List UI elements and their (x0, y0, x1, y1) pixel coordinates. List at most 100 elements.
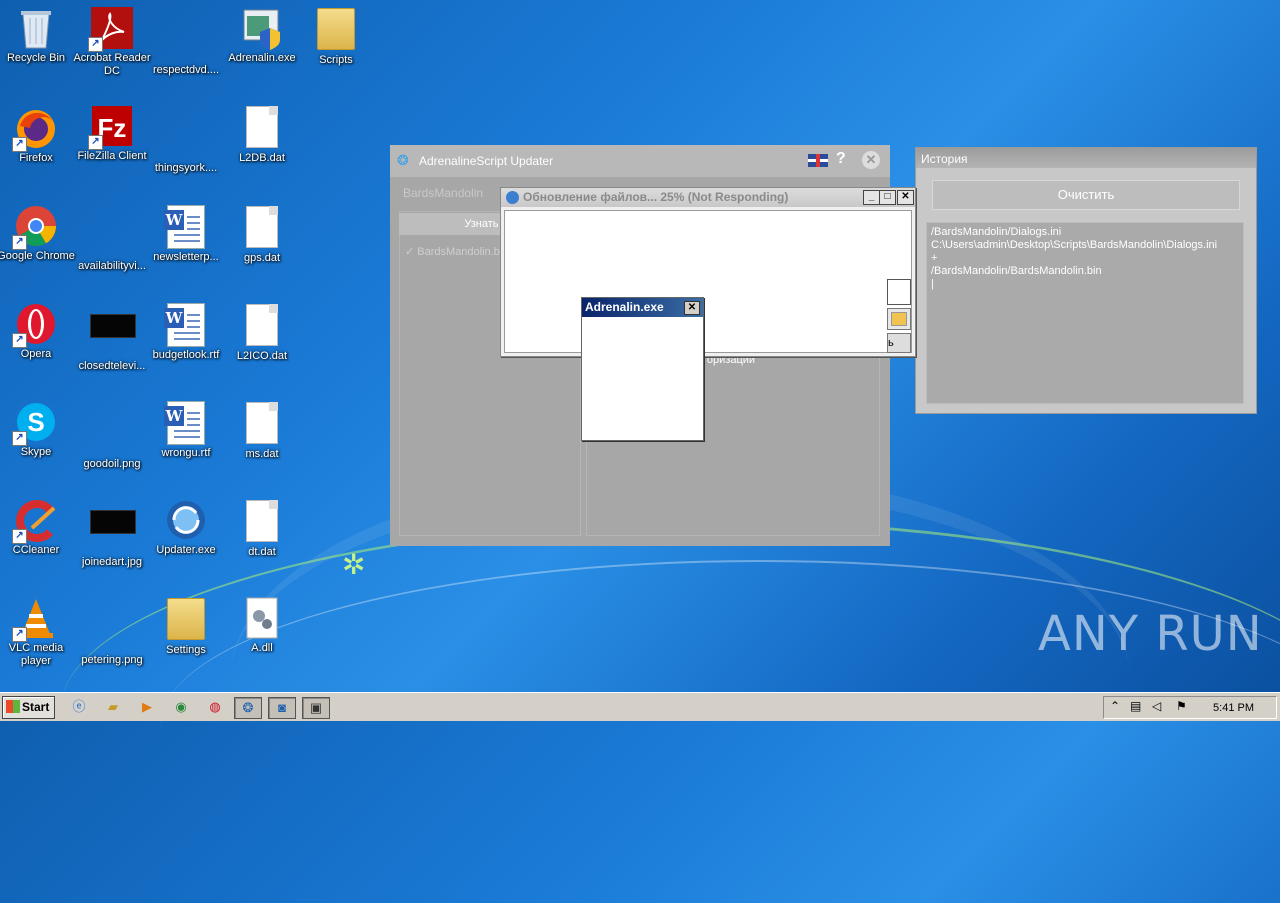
desktop-icon-newsletterp[interactable]: W newsletterp... (146, 204, 226, 264)
desktop-icon-ms[interactable]: ms.dat (222, 400, 302, 461)
image-file-icon (90, 510, 136, 554)
file-icon (90, 214, 134, 258)
close-button[interactable]: ✕ (684, 301, 700, 315)
updater-taskbar-icon[interactable]: ❂ (234, 697, 262, 719)
desktop-icon-thingsyork[interactable]: thingsyork.... (146, 116, 226, 175)
clock[interactable]: 5:41 PM (1213, 702, 1254, 714)
file-icon (240, 402, 284, 446)
image-file-icon (90, 412, 134, 456)
icon-label: wrongu.rtf (161, 447, 211, 459)
close-icon[interactable]: ✕ (862, 151, 880, 169)
file-icon (240, 500, 284, 544)
adrenalin-taskbar-icon[interactable]: ▣ (302, 697, 330, 719)
browse-button[interactable] (887, 308, 911, 330)
chrome-taskbar-icon[interactable]: ◉ (168, 697, 194, 717)
updater-titlebar[interactable]: ❂ AdrenalineScript Updater ? ✕ (390, 145, 890, 177)
progress-taskbar-icon[interactable]: ◙ (268, 697, 296, 719)
file-list-item-label: BardsMandolin.bi (417, 246, 503, 258)
maximize-button[interactable]: □ (879, 190, 896, 205)
network-icon[interactable]: ▤ (1130, 699, 1141, 713)
desktop-icon-filezilla[interactable]: Fz ↗ FileZilla Client (72, 104, 152, 163)
file-icon (240, 304, 284, 348)
action-button[interactable]: ь (887, 333, 911, 353)
desktop-icon-budgetlook[interactable]: W budgetlook.rtf (146, 302, 226, 362)
icon-label: Acrobat Reader DC (73, 52, 151, 77)
anyrun-watermark: ANY RUN (1038, 606, 1263, 662)
icon-label: L2DB.dat (239, 152, 285, 164)
log-line: /BardsMandolin/Dialogs.ini (931, 226, 1062, 238)
video-file-icon (90, 314, 136, 358)
path-input[interactable] (887, 279, 911, 305)
desktop-icon-dt[interactable]: dt.dat (222, 498, 302, 559)
icon-label: Updater.exe (156, 544, 216, 556)
desktop-icon-acrobat[interactable]: ↗ Acrobat Reader DC (72, 6, 152, 78)
uk-flag-icon[interactable] (808, 154, 828, 167)
file-icon (164, 18, 208, 62)
desktop-icon-goodoil[interactable]: goodoil.png (72, 412, 152, 471)
desktop-icon-l2ico[interactable]: L2ICO.dat (222, 302, 302, 363)
svg-text:S: S (27, 407, 44, 437)
desktop-icon-petering[interactable]: petering.png (72, 608, 152, 667)
desktop-icon-recycle-bin[interactable]: Recycle Bin (0, 6, 76, 65)
icon-label: joinedart.jpg (82, 556, 142, 568)
clear-button[interactable]: Очистить (932, 180, 1240, 210)
start-button[interactable]: Start (2, 696, 55, 719)
desktop-icon-adrenalin[interactable]: Adrenalin.exe (222, 6, 302, 65)
desktop-icon-skype[interactable]: S ↗ Skype (0, 400, 76, 459)
updater-icon (164, 498, 208, 542)
desktop-icon-availabilityvi[interactable]: availabilityvi... (72, 214, 152, 273)
adrenalin-titlebar[interactable]: Adrenalin.exe ✕ (582, 298, 703, 317)
history-window: История Очистить /BardsMandolin/Dialogs.… (915, 147, 1257, 414)
icon-label: availabilityvi... (78, 260, 146, 272)
icon-label: newsletterp... (153, 251, 219, 263)
start-label: Start (22, 700, 50, 714)
minimize-button[interactable]: _ (863, 190, 880, 205)
desktop-icon-wrongu[interactable]: W wrongu.rtf (146, 400, 226, 460)
desktop-icon-ccleaner[interactable]: ↗ CCleaner (0, 498, 76, 557)
windows-flag-icon (6, 700, 20, 713)
icon-label: Firefox (19, 152, 53, 164)
file-icon (240, 206, 284, 250)
file-icon (240, 106, 284, 150)
desktop-icon-chrome[interactable]: ↗ Google Chrome (0, 204, 76, 263)
desktop-icon-vlc[interactable]: ↗ VLC media player (0, 596, 76, 668)
media-player-icon[interactable]: ▶ (134, 697, 160, 717)
ie-icon[interactable]: ⓔ (66, 697, 92, 717)
opera-taskbar-icon[interactable]: ◍ (202, 697, 228, 717)
tray-expand-icon[interactable]: ⌃ (1110, 699, 1120, 713)
help-icon[interactable]: ? (836, 150, 846, 168)
history-log[interactable]: /BardsMandolin/Dialogs.ini C:\Users\admi… (926, 222, 1244, 404)
desktop-icon-firefox[interactable]: ↗ Firefox (0, 106, 76, 165)
desktop-icon-respectdvd[interactable]: respectdvd.... (146, 18, 226, 77)
desktop-icon-l2db[interactable]: L2DB.dat (222, 104, 302, 165)
action-button-label: ь (888, 337, 894, 349)
adrenalin-title: Adrenalin.exe (585, 300, 664, 314)
action-center-flag-icon[interactable]: ⚑ (1176, 699, 1187, 713)
adrenalin-window: Adrenalin.exe ✕ (581, 297, 704, 441)
desktop-icon-a-dll[interactable]: A.dll (222, 596, 302, 655)
progress-title: Обновление файлов... 25% (Not Responding… (523, 190, 789, 204)
progress-window: Обновление файлов... 25% (Not Responding… (500, 187, 916, 357)
icon-label: Adrenalin.exe (228, 52, 296, 64)
close-button[interactable]: ✕ (897, 190, 914, 205)
log-line: | (931, 278, 934, 290)
desktop-icon-scripts[interactable]: Scripts (296, 6, 376, 67)
updater-logo-icon: ❂ (397, 152, 409, 168)
icon-label: ms.dat (245, 448, 279, 460)
desktop-icon-closedtelevi[interactable]: closedtelevi... (72, 302, 152, 373)
desktop-icon-settings[interactable]: Settings (146, 596, 226, 657)
icon-label: CCleaner (12, 544, 60, 556)
explorer-folder-icon[interactable]: ▰ (100, 697, 126, 717)
history-titlebar[interactable]: История (916, 148, 1256, 168)
desktop-icon-gps[interactable]: gps.dat (222, 204, 302, 265)
volume-icon[interactable]: ◁ (1152, 699, 1161, 713)
progress-titlebar[interactable]: Обновление файлов... 25% (Not Responding… (501, 188, 915, 207)
firefox-icon: ↗ (12, 106, 58, 152)
desktop-icon-updater[interactable]: Updater.exe (146, 498, 226, 557)
file-list-item[interactable]: ✓ BardsMandolin.bi (405, 245, 502, 258)
word-document-icon: W (164, 205, 208, 249)
desktop-icon-joinedart[interactable]: joinedart.jpg (72, 498, 152, 569)
icon-label: closedtelevi... (78, 360, 146, 372)
vlc-cone-icon: ↗ (12, 596, 58, 642)
desktop-icon-opera[interactable]: ↗ Opera (0, 302, 76, 361)
